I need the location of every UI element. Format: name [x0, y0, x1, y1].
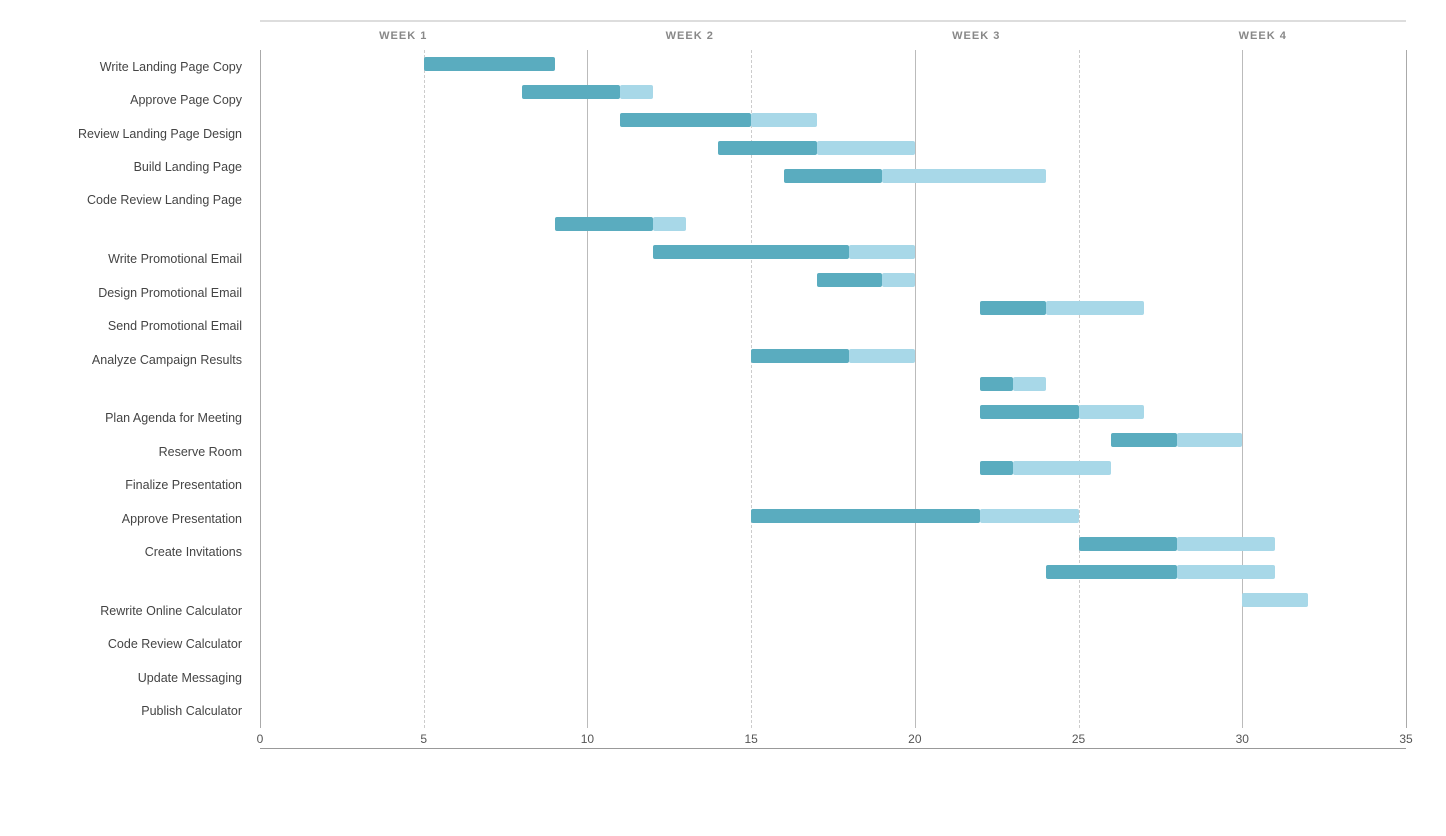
- x-ticks-container: 05101520253035: [260, 728, 1406, 748]
- bar-dark-segment: [424, 57, 555, 71]
- bar-light-segment: [882, 273, 915, 287]
- bar-dark-segment: [620, 113, 751, 127]
- task-label: Create Invitations: [0, 538, 250, 566]
- week-headers: WEEK 1WEEK 2WEEK 3WEEK 4: [260, 20, 1406, 50]
- chart-area: Write Landing Page Copy Approve Page Copy…: [0, 50, 1406, 728]
- bar-light-segment: [1046, 301, 1144, 315]
- grid-line: [1406, 50, 1407, 728]
- bar-light-segment: [1013, 461, 1111, 475]
- group-spacer: [0, 379, 250, 399]
- bar-light-segment: [751, 113, 816, 127]
- bar-light-segment: [1177, 565, 1275, 579]
- task-label: Code Review Landing Page: [0, 186, 250, 214]
- bars-rows: [260, 50, 1406, 728]
- task-label: Publish Calculator: [0, 697, 250, 725]
- task-label: Reserve Room: [0, 438, 250, 466]
- bar-row-spacer: [260, 482, 1406, 502]
- week-header-3: WEEK 3: [833, 20, 1120, 50]
- bar-row: [260, 530, 1406, 558]
- bar-dark-segment: [1079, 537, 1177, 551]
- bar-dark-segment: [718, 141, 816, 155]
- x-tick-label: 0: [257, 732, 264, 746]
- week-header-4: WEEK 4: [1120, 20, 1407, 50]
- bar-dark-segment: [522, 85, 620, 99]
- x-tick-label: 25: [1072, 732, 1085, 746]
- bar-light-segment: [1242, 593, 1307, 607]
- bar-row: [260, 78, 1406, 106]
- task-label: Approve Page Copy: [0, 86, 250, 114]
- x-tick-label: 30: [1236, 732, 1249, 746]
- task-label: Code Review Calculator: [0, 630, 250, 658]
- week-header-2: WEEK 2: [547, 20, 834, 50]
- bar-row-spacer: [260, 322, 1406, 342]
- task-label: Approve Presentation: [0, 505, 250, 533]
- task-label: Build Landing Page: [0, 153, 250, 181]
- bar-dark-segment: [784, 169, 882, 183]
- bar-row: [260, 210, 1406, 238]
- bar-row: [260, 426, 1406, 454]
- task-label: Analyze Campaign Results: [0, 346, 250, 374]
- bar-dark-segment: [653, 245, 849, 259]
- bar-row: [260, 50, 1406, 78]
- bar-row: [260, 294, 1406, 322]
- bar-row-spacer: [260, 190, 1406, 210]
- task-label: Review Landing Page Design: [0, 120, 250, 148]
- bar-light-segment: [817, 141, 915, 155]
- bar-light-segment: [1013, 377, 1046, 391]
- task-label: Finalize Presentation: [0, 471, 250, 499]
- bar-row: [260, 134, 1406, 162]
- task-label: Update Messaging: [0, 664, 250, 692]
- bar-row: [260, 502, 1406, 530]
- x-tick-label: 20: [908, 732, 921, 746]
- task-label: Design Promotional Email: [0, 279, 250, 307]
- x-tick-label: 15: [744, 732, 757, 746]
- x-tick-label: 5: [420, 732, 427, 746]
- bar-dark-segment: [751, 349, 849, 363]
- x-axis-section: 05101520253035: [260, 728, 1406, 776]
- bar-dark-segment: [980, 377, 1013, 391]
- bar-row: [260, 238, 1406, 266]
- task-label: Send Promotional Email: [0, 312, 250, 340]
- bar-row: [260, 586, 1406, 614]
- bar-light-segment: [1079, 405, 1144, 419]
- bar-dark-segment: [980, 405, 1078, 419]
- bar-light-segment: [1177, 537, 1275, 551]
- bars-area: [260, 50, 1406, 728]
- bar-light-segment: [653, 217, 686, 231]
- bar-row: [260, 398, 1406, 426]
- bar-dark-segment: [980, 301, 1045, 315]
- bar-row: [260, 266, 1406, 294]
- group-spacer: [0, 220, 250, 240]
- x-tick-label: 10: [581, 732, 594, 746]
- bar-row: [260, 370, 1406, 398]
- bar-light-segment: [882, 169, 1046, 183]
- bar-dark-segment: [1111, 433, 1176, 447]
- bar-row: [260, 342, 1406, 370]
- week-header-1: WEEK 1: [260, 20, 547, 50]
- bar-dark-segment: [980, 461, 1013, 475]
- bar-light-segment: [1177, 433, 1242, 447]
- task-label: Plan Agenda for Meeting: [0, 404, 250, 432]
- bar-dark-segment: [555, 217, 653, 231]
- bar-row: [260, 454, 1406, 482]
- bar-row: [260, 162, 1406, 190]
- bar-light-segment: [849, 245, 914, 259]
- bar-light-segment: [849, 349, 914, 363]
- chart-container: WEEK 1WEEK 2WEEK 3WEEK 4 Write Landing P…: [0, 0, 1446, 836]
- bar-row: [260, 558, 1406, 586]
- bar-dark-segment: [817, 273, 882, 287]
- task-label: Rewrite Online Calculator: [0, 597, 250, 625]
- bar-light-segment: [980, 509, 1078, 523]
- x-axis-line: [260, 748, 1406, 749]
- bar-row: [260, 106, 1406, 134]
- x-tick-label: 35: [1399, 732, 1412, 746]
- bar-dark-segment: [1046, 565, 1177, 579]
- task-label: Write Promotional Email: [0, 245, 250, 273]
- bar-dark-segment: [751, 509, 980, 523]
- group-spacer: [0, 571, 250, 591]
- task-labels: Write Landing Page Copy Approve Page Copy…: [0, 50, 260, 728]
- task-label: Write Landing Page Copy: [0, 53, 250, 81]
- bar-light-segment: [620, 85, 653, 99]
